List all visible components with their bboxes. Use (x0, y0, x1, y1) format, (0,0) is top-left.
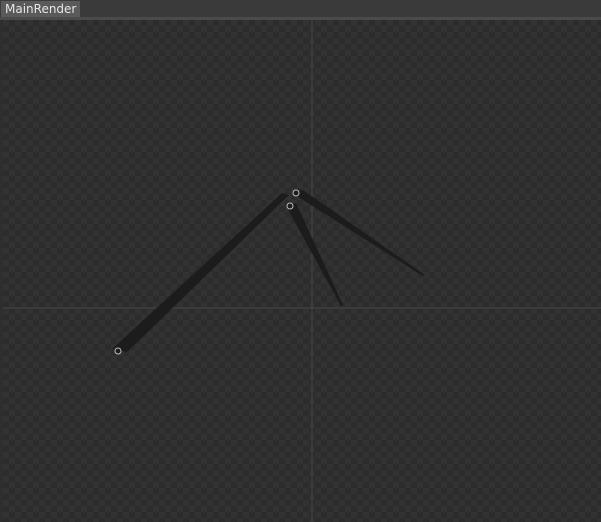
middle-hand-pivot-icon[interactable] (292, 189, 300, 197)
render-window: MainRender (0, 0, 601, 522)
render-viewport[interactable] (3, 20, 601, 522)
tab-bar: MainRender (0, 0, 601, 20)
long-hand-pivot-icon[interactable] (114, 347, 122, 355)
long-hand[interactable] (112, 193, 289, 355)
short-hand-pivot-icon[interactable] (286, 202, 294, 210)
scene-canvas[interactable] (3, 20, 601, 522)
tab-main-render[interactable]: MainRender (1, 1, 81, 17)
